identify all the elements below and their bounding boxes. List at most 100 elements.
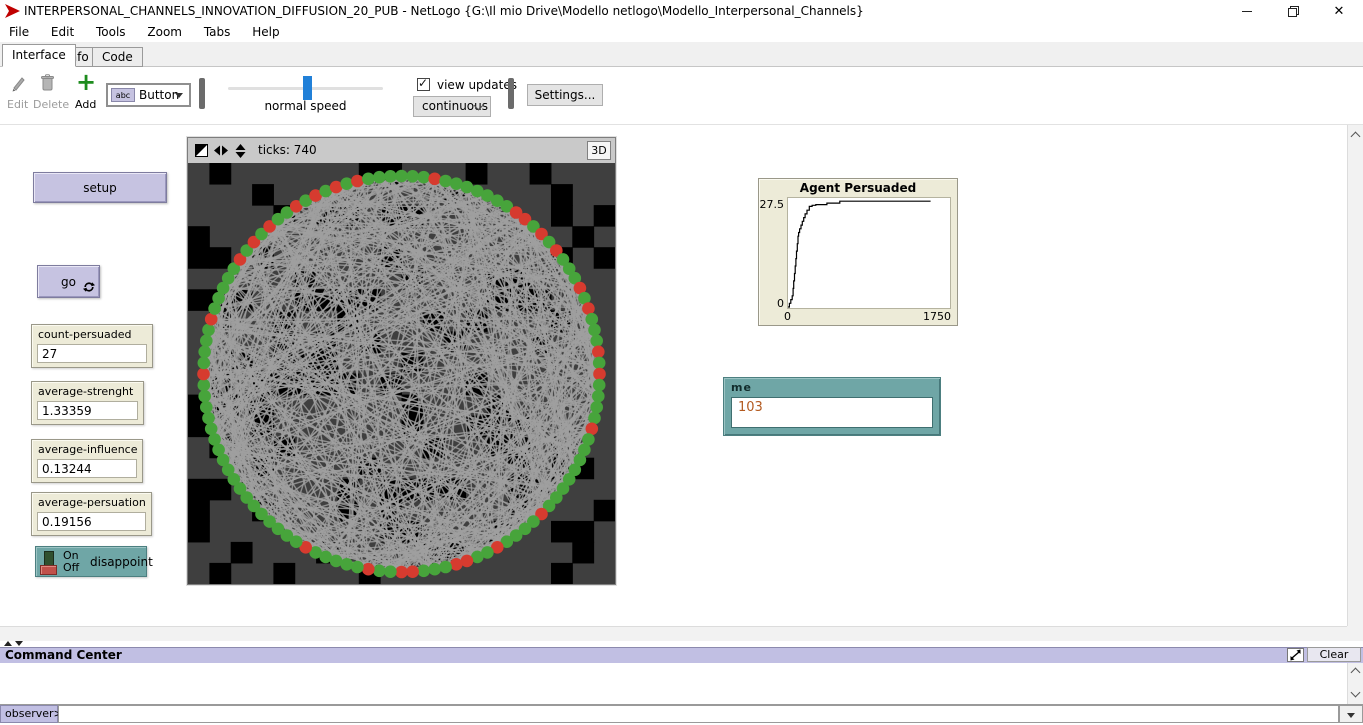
pencil-icon[interactable] bbox=[10, 76, 25, 92]
restore-button[interactable] bbox=[1276, 0, 1310, 22]
menu-tabs[interactable]: Tabs bbox=[195, 22, 240, 42]
agent-persuaded-plot: Agent Persuaded 27.5 0 0 1750 bbox=[758, 178, 958, 326]
plot-area bbox=[787, 197, 951, 309]
splitter-up-icon[interactable] bbox=[4, 641, 12, 646]
update-mode-dropdown[interactable]: continuous bbox=[413, 96, 491, 117]
close-icon: ✕ bbox=[1334, 5, 1345, 18]
tab-row: Interface Info Code bbox=[0, 42, 1363, 67]
netlogo-window: INTERPERSONAL_CHANNELS_INNOVATION_DIFFUS… bbox=[0, 0, 1363, 725]
check-icon: ✓ bbox=[418, 76, 428, 90]
go-button-label: go bbox=[61, 275, 76, 289]
input-label: me bbox=[731, 381, 752, 394]
resize-world-icon[interactable] bbox=[195, 144, 208, 157]
scroll-down-icon[interactable] bbox=[1351, 688, 1361, 698]
minimize-button[interactable] bbox=[1230, 0, 1264, 22]
expand-icon bbox=[1288, 649, 1303, 661]
splitter-down-icon[interactable] bbox=[15, 641, 23, 646]
setup-button-label: setup bbox=[83, 181, 117, 195]
widget-type-dropdown[interactable]: abc Button bbox=[106, 83, 191, 107]
switch-name: disappoint bbox=[90, 547, 153, 576]
scrollbar-corner bbox=[1347, 626, 1363, 642]
y-axis-max-tick: 27.5 bbox=[759, 198, 784, 211]
observer-prompt: observer> bbox=[0, 705, 58, 723]
vertical-shift-icon[interactable] bbox=[234, 144, 247, 158]
x-axis-max-tick: 1750 bbox=[923, 310, 951, 323]
menu-help[interactable]: Help bbox=[243, 22, 288, 42]
monitor-label: count-persuaded bbox=[38, 328, 131, 341]
menu-edit[interactable]: Edit bbox=[42, 22, 83, 42]
horizontal-shift-icon[interactable] bbox=[214, 144, 228, 157]
chevron-down-icon bbox=[175, 93, 183, 98]
command-center-header: Command Center bbox=[0, 647, 1363, 663]
close-button[interactable]: ✕ bbox=[1322, 0, 1356, 22]
network-graph bbox=[188, 163, 615, 584]
scroll-up-icon[interactable] bbox=[1351, 668, 1361, 678]
chevron-down-icon bbox=[1347, 713, 1355, 718]
plot-title: Agent Persuaded bbox=[759, 181, 957, 195]
monitor-label: average-persuation bbox=[38, 496, 146, 509]
menu-zoom[interactable]: Zoom bbox=[138, 22, 191, 42]
command-center-expand-button[interactable] bbox=[1287, 648, 1304, 662]
monitor-average-strenght: average-strenght 1.33359 bbox=[31, 381, 144, 425]
monitor-label: average-influence bbox=[38, 443, 137, 456]
monitor-value: 0.13244 bbox=[37, 459, 137, 478]
monitor-average-persuation: average-persuation 0.19156 bbox=[31, 492, 152, 536]
input-value: 103 bbox=[738, 400, 763, 415]
ticks-counter: ticks: 740 bbox=[258, 138, 317, 163]
forever-icon bbox=[83, 281, 95, 293]
window-title: INTERPERSONAL_CHANNELS_INNOVATION_DIFFUS… bbox=[24, 0, 864, 22]
add-tool-label[interactable]: Add bbox=[75, 98, 96, 111]
switch-knob[interactable] bbox=[40, 565, 57, 575]
settings-button[interactable]: Settings... bbox=[527, 84, 603, 106]
command-center-title: Command Center bbox=[5, 648, 122, 663]
plot-line-series bbox=[788, 198, 950, 308]
output-scrollbar[interactable] bbox=[1347, 663, 1363, 704]
speed-slider-handle[interactable] bbox=[303, 76, 312, 100]
me-input-widget: me 103 bbox=[723, 377, 941, 436]
toolbar-separator bbox=[199, 78, 205, 109]
tab-interface[interactable]: Interface bbox=[2, 44, 76, 67]
3d-view-button[interactable]: 3D bbox=[587, 141, 611, 160]
menu-file[interactable]: File bbox=[0, 22, 38, 42]
add-icon[interactable]: + bbox=[76, 68, 96, 96]
button-widget-icon: abc bbox=[111, 88, 135, 102]
agent-type-dropdown[interactable] bbox=[1339, 705, 1363, 723]
monitor-label: average-strenght bbox=[38, 385, 133, 398]
x-axis-min-tick: 0 bbox=[784, 310, 791, 323]
switch-off-label: Off bbox=[63, 561, 79, 574]
world-canvas[interactable] bbox=[188, 163, 615, 584]
minimize-icon bbox=[1242, 11, 1252, 12]
toolbar-separator bbox=[508, 78, 514, 109]
interface-toolbar: Edit Delete + Add abc Button normal spee… bbox=[0, 67, 1363, 125]
world-view: ticks: 740 3D bbox=[187, 137, 616, 585]
menu-bar: File Edit Tools Zoom Tabs Help bbox=[0, 22, 1363, 42]
view-updates-label: view updates bbox=[437, 78, 517, 92]
trash-icon[interactable] bbox=[40, 74, 55, 92]
restore-icon bbox=[1288, 6, 1299, 17]
command-input[interactable] bbox=[58, 705, 1339, 723]
scroll-up-icon[interactable] bbox=[1351, 132, 1361, 142]
clear-button[interactable]: Clear bbox=[1307, 647, 1361, 662]
delete-tool-label[interactable]: Delete bbox=[33, 98, 69, 111]
edit-tool-label[interactable]: Edit bbox=[7, 98, 28, 111]
tab-code[interactable]: Code bbox=[92, 47, 143, 67]
netlogo-logo-icon bbox=[5, 4, 20, 18]
y-axis-min-tick: 0 bbox=[772, 297, 784, 310]
monitor-average-influence: average-influence 0.13244 bbox=[31, 439, 143, 483]
title-bar: INTERPERSONAL_CHANNELS_INNOVATION_DIFFUS… bbox=[0, 0, 1363, 22]
horizontal-scrollbar[interactable] bbox=[0, 626, 1347, 642]
view-updates-checkbox[interactable]: ✓ bbox=[417, 78, 430, 91]
setup-button[interactable]: setup bbox=[33, 172, 167, 203]
go-button[interactable]: go bbox=[37, 265, 100, 298]
monitor-count-persuaded: count-persuaded 27 bbox=[31, 324, 153, 368]
input-field[interactable]: 103 bbox=[731, 397, 933, 428]
menu-tools[interactable]: Tools bbox=[87, 22, 135, 42]
vertical-scrollbar[interactable] bbox=[1347, 125, 1363, 642]
speed-label: normal speed bbox=[228, 99, 383, 113]
widget-type-value: Button bbox=[139, 87, 179, 103]
monitor-value: 27 bbox=[37, 344, 147, 363]
monitor-value: 0.19156 bbox=[37, 512, 146, 531]
command-center-output[interactable] bbox=[0, 663, 1363, 705]
monitor-value: 1.33359 bbox=[37, 401, 138, 420]
disappoint-switch[interactable]: On Off disappoint bbox=[35, 546, 147, 577]
